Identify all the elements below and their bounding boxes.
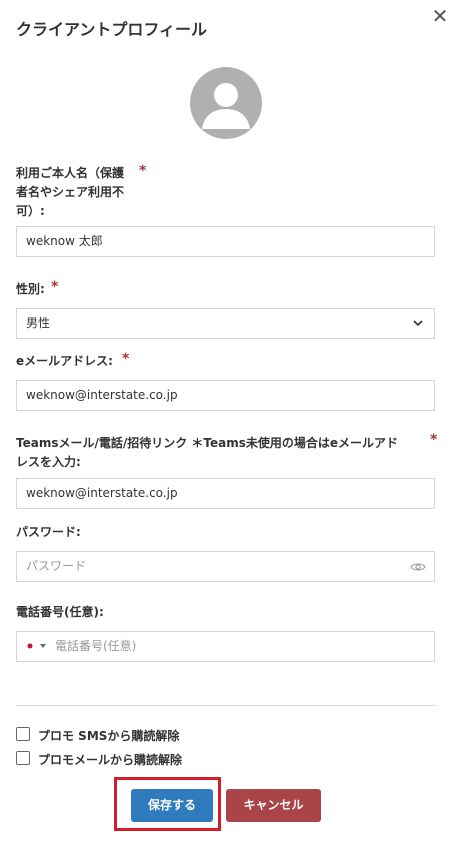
gender-label: 性別: (16, 282, 45, 296)
gender-selected-value: 男性 (26, 316, 51, 330)
password-input[interactable]: パスワード (16, 551, 435, 582)
password-label: パスワード: (16, 525, 81, 539)
unsubscribe-email-label: プロモメールから購読解除 (38, 753, 183, 767)
password-placeholder: パスワード (26, 559, 87, 573)
teams-input[interactable]: weknow@interstate.co.jp (16, 478, 435, 509)
teams-label: Teamsメール/電話/招待リンク ＊Teams未使用の場合はeメールアド レス… (16, 436, 399, 469)
name-required-mark: * (139, 163, 147, 179)
dialog-title: クライアントプロフィール (16, 20, 208, 39)
unsubscribe-sms-label: プロモ SMSから購読解除 (38, 729, 180, 743)
phone-label: 電話番号(任意): (16, 605, 104, 619)
name-input[interactable]: weknow 太郎 (16, 226, 435, 257)
caret-down-icon (40, 644, 46, 648)
save-button[interactable]: 保存する (131, 789, 213, 822)
gender-select[interactable]: 男性 (16, 308, 435, 339)
phone-placeholder: 電話番号(任意) (55, 639, 137, 653)
teams-required-mark: * (430, 432, 438, 448)
email-input[interactable]: weknow@interstate.co.jp (16, 380, 435, 411)
cancel-button[interactable]: キャンセル (226, 789, 321, 822)
unsubscribe-sms-checkbox[interactable] (16, 727, 30, 741)
phone-input[interactable]: 電話番号(任意) (16, 631, 435, 662)
close-icon[interactable]: ✕ (428, 4, 451, 28)
divider (16, 705, 437, 706)
country-selector[interactable] (23, 632, 53, 661)
email-required-mark: * (122, 351, 130, 367)
email-label: eメールアドレス: (16, 354, 113, 368)
user-silhouette-icon (202, 83, 250, 129)
avatar[interactable] (190, 67, 262, 139)
japan-flag-icon (25, 642, 35, 650)
name-label: 利用ご本人名（保護 者名やシェア利用不 可）: (16, 166, 125, 218)
unsubscribe-email-checkbox[interactable] (16, 751, 30, 765)
eye-icon[interactable] (410, 561, 426, 573)
chevron-down-icon (413, 320, 423, 327)
gender-required-mark: * (51, 279, 59, 295)
